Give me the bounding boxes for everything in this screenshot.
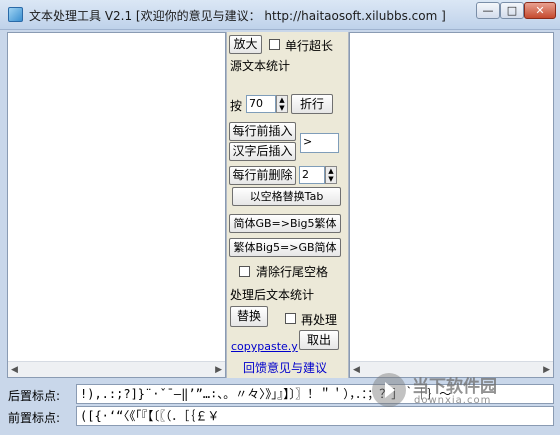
delete-count-input[interactable]: 2: [299, 166, 325, 184]
close-button[interactable]: ✕: [524, 2, 556, 19]
minimize-button[interactable]: —: [476, 2, 500, 19]
gb-to-big5-button[interactable]: 简体GB=>Big5繁体: [229, 214, 341, 233]
scroll-left-icon[interactable]: ◀: [353, 365, 360, 375]
leading-punct-label: 前置标点:: [8, 411, 61, 425]
wrap-by-label: 按: [230, 99, 243, 113]
trailing-punct-label: 后置标点:: [8, 389, 61, 403]
source-text-area[interactable]: ◀ ▶: [7, 32, 226, 378]
leading-punct-input[interactable]: ([{·‘“〈《「『【〔〖（．［｛￡￥: [76, 406, 554, 426]
single-line-overlength-checkbox[interactable]: [269, 39, 280, 50]
watermark-logo-icon: [372, 373, 406, 407]
single-line-overlength-label: 单行超长: [285, 39, 334, 53]
copypaste-link[interactable]: copypaste.y: [231, 340, 298, 353]
insert-after-chinese-button[interactable]: 汉字后插入: [229, 142, 296, 161]
replace-button[interactable]: 替换: [230, 306, 268, 327]
clear-trailing-spaces-label: 清除行尾空格: [256, 265, 329, 279]
app-icon: [8, 7, 23, 22]
wrap-width-input[interactable]: 70: [246, 95, 276, 113]
scroll-left-icon[interactable]: ◀: [11, 365, 18, 375]
delete-count-spinner[interactable]: ▲ ▼: [325, 166, 337, 184]
watermark-url: downxia.com: [414, 395, 492, 406]
insert-text-input[interactable]: >: [300, 133, 339, 153]
source-horizontal-scrollbar[interactable]: ◀ ▶: [8, 361, 225, 377]
maximize-button[interactable]: □: [500, 2, 524, 19]
scroll-right-icon[interactable]: ▶: [543, 365, 550, 375]
wrap-button[interactable]: 折行: [291, 94, 333, 114]
big5-to-gb-button[interactable]: 繁体Big5=>GB简体: [229, 238, 341, 257]
clear-trailing-spaces-checkbox[interactable]: [239, 266, 250, 277]
fetch-button[interactable]: 取出: [299, 330, 339, 350]
watermark-name: 当下软件园: [412, 377, 497, 397]
replace-space-with-tab-button[interactable]: 以空格替换Tab: [232, 187, 341, 206]
reprocess-label: 再处理: [301, 313, 338, 327]
source-stats-label: 源文本统计: [230, 59, 291, 73]
title-bar: 文本处理工具 V2.1 [欢迎你的意见与建议： http://haitaosof…: [0, 0, 560, 30]
result-text-area[interactable]: ◀ ▶: [349, 32, 554, 378]
window-title: 文本处理工具 V2.1 [欢迎你的意见与建议： http://haitaosof…: [29, 9, 446, 23]
feedback-link[interactable]: 回馈意见与建议: [243, 359, 327, 376]
insert-line-front-button[interactable]: 每行前插入: [229, 122, 296, 141]
zoom-button[interactable]: 放大: [229, 35, 262, 54]
reprocess-checkbox[interactable]: [285, 313, 296, 324]
wrap-width-spinner[interactable]: ▲ ▼: [276, 95, 288, 113]
scroll-right-icon[interactable]: ▶: [215, 365, 222, 375]
control-panel: 放大 单行超长 源文本统计 按 70 ▲ ▼ 折行 每行前插入 汉字后插入 > 每…: [226, 32, 349, 378]
delete-line-front-button[interactable]: 每行前删除: [229, 166, 296, 185]
processed-stats-label: 处理后文本统计: [230, 288, 315, 302]
